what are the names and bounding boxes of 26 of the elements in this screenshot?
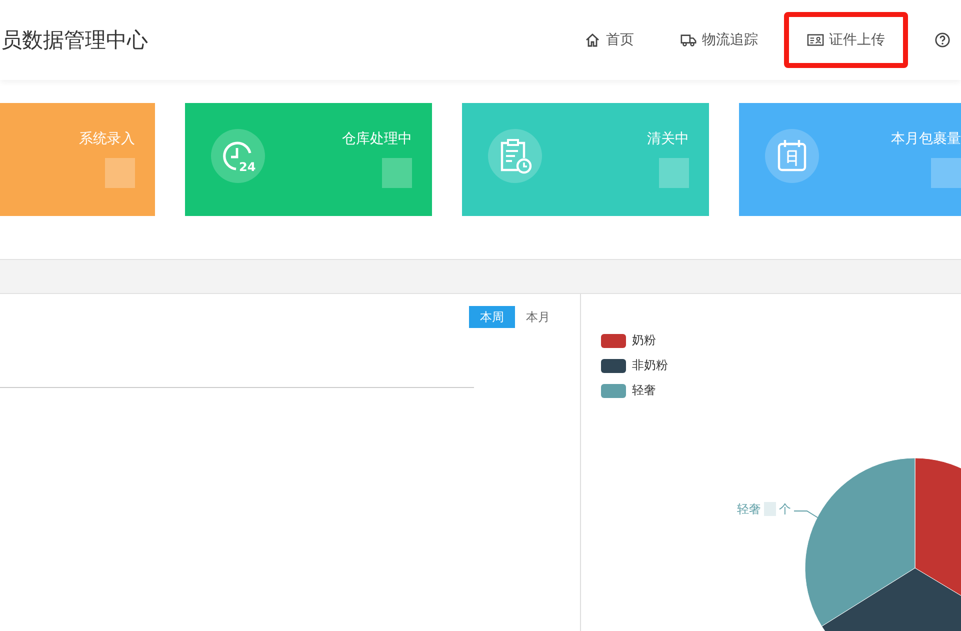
blurred-value (764, 502, 776, 516)
card-label: 本月包裹量 (891, 130, 961, 148)
nav-link[interactable]: 物流追踪 (660, 12, 778, 68)
app-title: 员数据管理中心 (1, 27, 148, 54)
help-icon (934, 32, 951, 48)
clipboard-clock-icon (487, 128, 543, 184)
nav-link[interactable]: 首页 (564, 12, 654, 68)
card-label: 仓库处理中 (342, 130, 412, 148)
clock-24-icon: 24 (210, 128, 266, 184)
nav-link[interactable]: 证件上传 (784, 12, 908, 68)
period-tab[interactable]: 本月 (515, 306, 561, 328)
card-label: 系统录入 (79, 130, 135, 148)
blurred-value (105, 158, 135, 188)
id-card-icon (807, 32, 824, 48)
blurred-value (659, 158, 689, 188)
pie-slice-unit: 个 (779, 500, 791, 518)
truck-icon (680, 32, 697, 48)
legend-label: 轻奢 (632, 382, 656, 399)
blurred-value (382, 158, 412, 188)
pie-slice-label: 轻奢 (737, 500, 761, 518)
calendar-icon (764, 128, 820, 184)
legend-label: 奶粉 (632, 332, 656, 349)
card-label: 清关中 (647, 130, 689, 148)
home-icon (584, 32, 601, 48)
legend-label: 非奶粉 (632, 357, 668, 374)
blurred-value (931, 158, 961, 188)
